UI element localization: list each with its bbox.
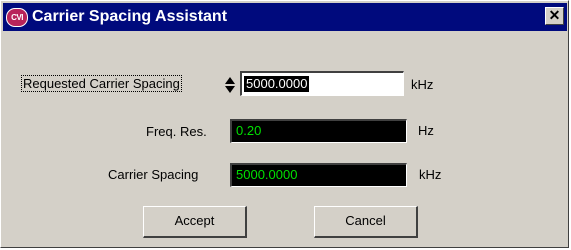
requested-carrier-spacing-label: Requested Carrier Spacing	[21, 75, 182, 92]
stepper-down-arrow-icon[interactable]	[225, 86, 235, 93]
cancel-button[interactable]: Cancel	[314, 206, 418, 238]
accept-button[interactable]: Accept	[143, 206, 247, 238]
dialog-window: CVI Carrier Spacing Assistant ✕ Requeste…	[0, 0, 569, 248]
freq-res-readout: 0.20	[230, 119, 407, 143]
carrier-spacing-label: Carrier Spacing	[108, 167, 199, 182]
close-icon: ✕	[548, 7, 561, 23]
carrier-spacing-unit-label: kHz	[419, 167, 442, 182]
freq-res-label: Freq. Res.	[146, 124, 207, 139]
stepper-up-arrow-icon[interactable]	[225, 77, 235, 84]
cvi-logo-icon: CVI	[6, 8, 28, 27]
carrier-spacing-readout: 5000.0000	[230, 163, 407, 187]
requested-carrier-spacing-input[interactable]: 5000.0000	[240, 71, 404, 96]
requested-unit-label: kHz	[411, 77, 434, 92]
close-button[interactable]: ✕	[545, 7, 564, 25]
freq-res-unit-label: Hz	[418, 123, 434, 138]
window-title: Carrier Spacing Assistant	[32, 8, 228, 25]
title-bar[interactable]: CVI Carrier Spacing Assistant ✕	[3, 3, 567, 31]
spacing-stepper[interactable]	[225, 75, 236, 95]
requested-carrier-spacing-value: 5000.0000	[244, 76, 310, 92]
